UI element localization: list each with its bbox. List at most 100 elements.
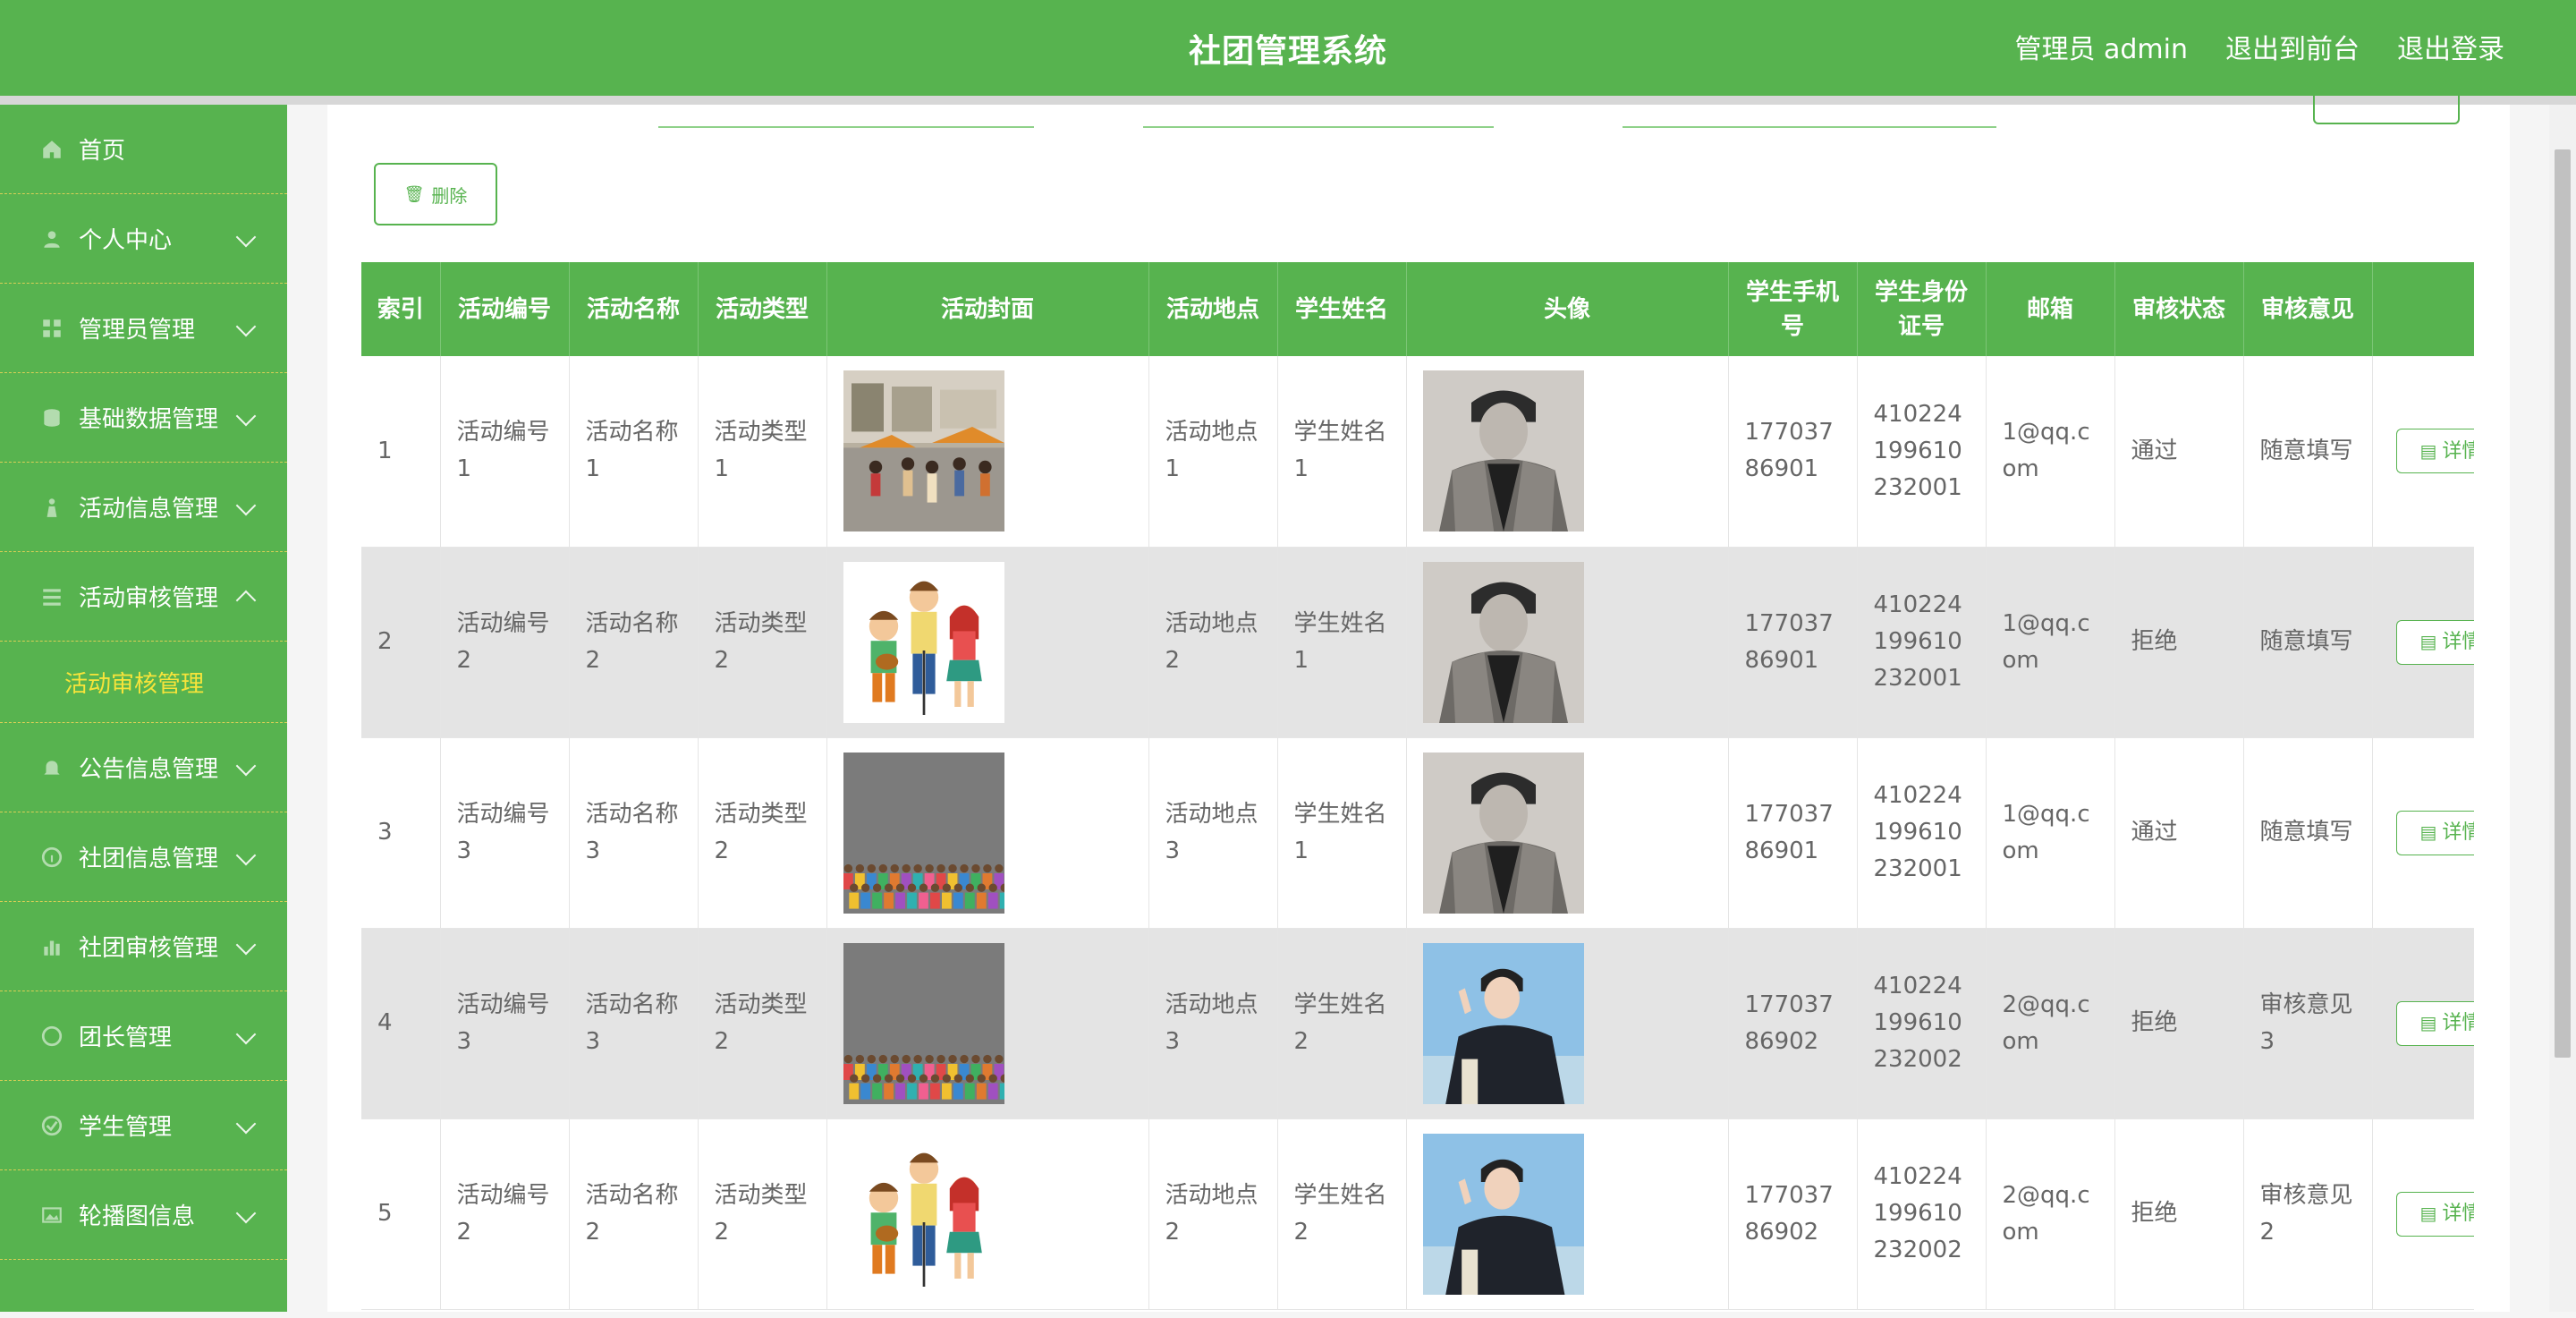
cell-place: 活动地点2 — [1148, 547, 1278, 738]
detail-button-label: 详情 — [2442, 439, 2474, 463]
sidebar-item-label: 团长管理 — [79, 1025, 173, 1051]
cell-name: 活动名称2 — [569, 1118, 699, 1310]
cell-code: 活动编号3 — [440, 737, 570, 929]
sidebar-item-5[interactable]: 活动审核管理 — [0, 552, 287, 642]
cell-email: 1@qq.com — [1986, 547, 2115, 738]
submenu-item-active[interactable]: 活动审核管理 — [0, 642, 287, 723]
search-input-audit-status[interactable] — [1623, 105, 1996, 128]
column-header: 活动类型 — [698, 262, 827, 356]
cell-name: 活动名称1 — [569, 356, 699, 548]
chevron-down-icon — [235, 1113, 257, 1134]
detail-button[interactable]: ▤ 详情 — [2395, 619, 2474, 665]
chevron-down-icon — [235, 1203, 257, 1223]
search-button[interactable] — [2313, 87, 2460, 124]
sidebar-item-label: 管理员管理 — [79, 317, 196, 344]
table-row[interactable]: 2 活动编号2 活动名称2 活动类型2 活动地点2 学生姓名1 17703786901 410… — [361, 547, 2474, 738]
student-avatar-image — [1406, 737, 1729, 929]
delete-button[interactable]: 🗑 删除 — [374, 163, 497, 225]
activity-cover-image — [826, 928, 1149, 1119]
sidebar-item-9[interactable]: 团长管理 — [0, 991, 287, 1081]
cell-phone: 17703786902 — [1728, 1118, 1858, 1310]
cell-student: 学生姓名1 — [1277, 737, 1407, 929]
back-to-front-link[interactable]: 退出到前台 — [2225, 27, 2360, 66]
cell-type: 活动类型1 — [698, 356, 827, 548]
cell-name: 活动名称3 — [569, 928, 699, 1119]
chevron-down-icon — [235, 755, 257, 776]
sidebar-item-8[interactable]: 社团审核管理 — [0, 902, 287, 991]
chevron-up-icon — [235, 590, 257, 610]
detail-button[interactable]: ▤ 详情 — [2395, 429, 2474, 474]
delete-button-label: 删除 — [431, 184, 468, 207]
table-row[interactable]: 4 活动编号3 活动名称3 活动类型2 活动地点3 学生姓名2 17703786902 410… — [361, 928, 2474, 1119]
page-scrollbar-thumb[interactable] — [2555, 149, 2571, 1058]
cell-type: 活动类型2 — [698, 547, 827, 738]
cell-opinion: 审核意见2 — [2243, 1118, 2373, 1310]
detail-button-label: 详情 — [2442, 821, 2474, 844]
logout-link[interactable]: 退出登录 — [2397, 27, 2504, 66]
cell-place: 活动地点1 — [1148, 356, 1278, 548]
cell-email: 1@qq.com — [1986, 356, 2115, 548]
column-header: 审核意见 — [2243, 262, 2373, 356]
sidebar-item-6[interactable]: 公告信息管理 — [0, 723, 287, 812]
chevron-down-icon — [235, 845, 257, 865]
table-row[interactable]: 3 活动编号3 活动名称3 活动类型2 活动地点3 学生姓名1 17703786901 410… — [361, 737, 2474, 929]
home-icon — [39, 137, 64, 162]
sidebar-item-label: 首页 — [79, 138, 126, 165]
sidebar-item-2[interactable]: 管理员管理 — [0, 284, 287, 373]
cell-place: 活动地点3 — [1148, 928, 1278, 1119]
cell-opinion: 随意填写 — [2243, 547, 2373, 738]
cell-phone: 17703786902 — [1728, 928, 1858, 1119]
cell-actions: ▤ 详情 — [2372, 1118, 2474, 1310]
sidebar-item-0[interactable]: 首页 — [0, 105, 287, 194]
page-scrollbar[interactable] — [2549, 105, 2576, 1312]
detail-button[interactable]: ▤ 详情 — [2395, 1191, 2474, 1237]
detail-button[interactable]: ▤ 详情 — [2395, 1000, 2474, 1046]
header-actions: 管理员 admin 退出到前台 退出登录 — [2014, 27, 2504, 66]
admin-user-label[interactable]: 管理员 admin — [2014, 27, 2188, 66]
top-header: 社团管理系统 管理员 admin 退出到前台 退出登录 — [0, 0, 2576, 96]
sidebar-item-label: 社团审核管理 — [79, 935, 219, 962]
cell-code: 活动编号2 — [440, 547, 570, 738]
table-body: 1 活动编号1 活动名称1 活动类型1 活动地点1 学生姓名1 17703786901 410… — [361, 356, 2474, 1310]
cell-type: 活动类型2 — [698, 1118, 827, 1310]
cell-email: 1@qq.com — [1986, 737, 2115, 929]
sidebar-item-label: 学生管理 — [79, 1114, 173, 1141]
document-icon: ▤ — [2419, 439, 2437, 462]
table-row[interactable]: 5 活动编号2 活动名称2 活动类型2 活动地点2 学生姓名2 17703786902 410… — [361, 1118, 2474, 1310]
activity-cover-image — [826, 547, 1149, 738]
student-avatar-image — [1406, 547, 1729, 738]
cell-id-card: 410224199610232002 — [1857, 928, 1987, 1119]
column-header: 索引 — [361, 262, 441, 356]
search-input-activity-type[interactable] — [1143, 105, 1494, 128]
sidebar-item-3[interactable]: 基础数据管理 — [0, 373, 287, 463]
cell-type: 活动类型2 — [698, 928, 827, 1119]
sidebar-item-label: 活动审核管理 — [79, 585, 219, 612]
sidebar-item-10[interactable]: 学生管理 — [0, 1081, 287, 1170]
check-icon — [39, 1113, 64, 1138]
bell-icon — [39, 755, 64, 780]
sidebar-item-4[interactable]: 活动信息管理 — [0, 463, 287, 552]
column-header: 学生姓名 — [1277, 262, 1407, 356]
detail-button[interactable]: ▤ 详情 — [2395, 810, 2474, 855]
cell-opinion: 随意填写 — [2243, 356, 2373, 548]
sidebar-item-11[interactable]: 轮播图信息 — [0, 1170, 287, 1260]
cell-opinion: 审核意见3 — [2243, 928, 2373, 1119]
audit-table: 索引 活动编号 活动名称 活动类型 活动封面 活动地点 学生姓名 头像 学生手机号 学生身份证号邮… — [361, 262, 2474, 1310]
column-header — [2372, 262, 2474, 356]
cell-type: 活动类型2 — [698, 737, 827, 929]
cell-phone: 17703786901 — [1728, 547, 1858, 738]
cell-id-card: 410224199610232001 — [1857, 356, 1987, 548]
sidebar-item-1[interactable]: 个人中心 — [0, 194, 287, 284]
cell-index: 2 — [361, 547, 441, 738]
cell-actions: ▤ 详情 — [2372, 928, 2474, 1119]
chevron-down-icon — [235, 226, 257, 247]
column-header: 头像 — [1406, 262, 1729, 356]
sidebar-item-7[interactable]: 社团信息管理 — [0, 812, 287, 902]
cell-actions: ▤ 详情 — [2372, 737, 2474, 929]
cell-student: 学生姓名2 — [1277, 1118, 1407, 1310]
search-input-activity-name[interactable] — [658, 105, 1034, 128]
table-row[interactable]: 1 活动编号1 活动名称1 活动类型1 活动地点1 学生姓名1 17703786901 410… — [361, 356, 2474, 548]
document-icon: ▤ — [2419, 631, 2437, 652]
sidebar-item-label: 社团信息管理 — [79, 846, 219, 872]
cell-phone: 17703786901 — [1728, 737, 1858, 929]
